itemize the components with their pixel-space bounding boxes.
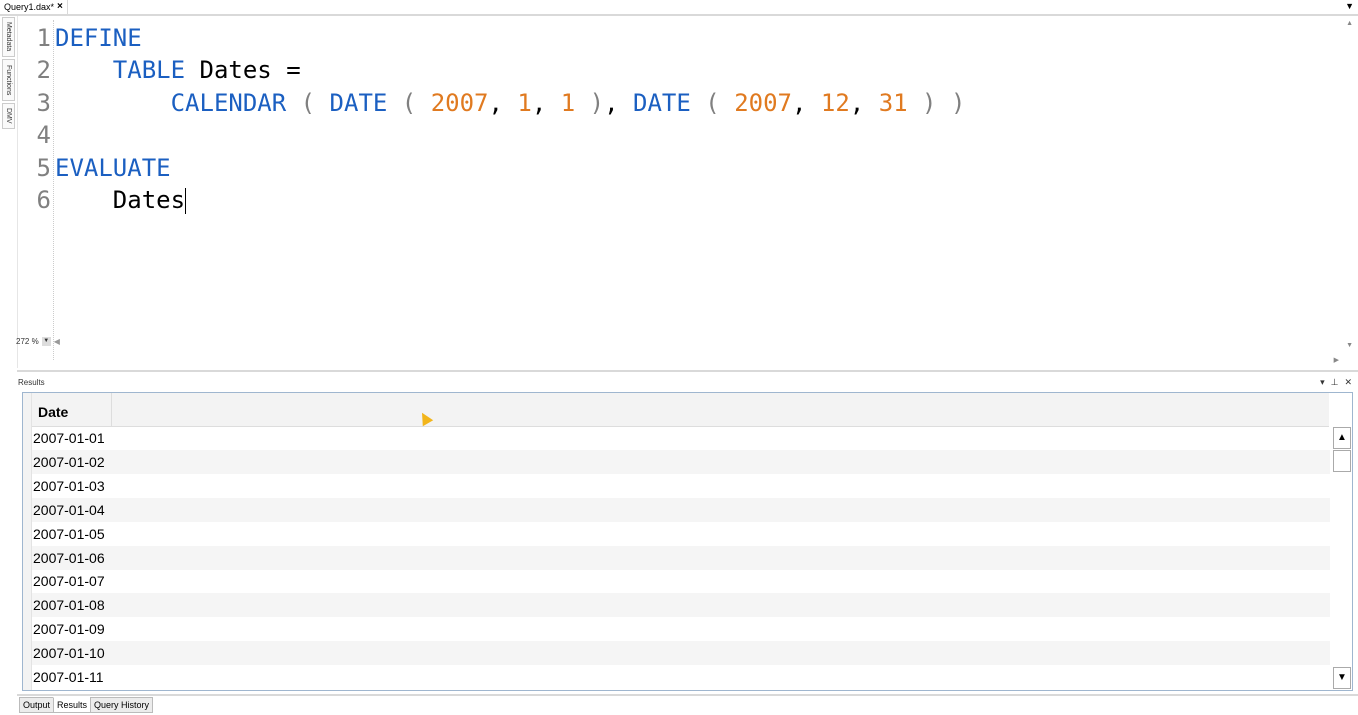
bottom-tabs: Output Results Query History [19,697,154,713]
code-token: , [849,88,879,117]
column-header-date[interactable]: Date [32,393,112,426]
line-number: 3 [36,88,51,117]
tab-query-history[interactable]: Query History [90,697,154,713]
text-caret [185,188,187,214]
code-token: CALENDAR [170,88,287,117]
code-token: Dates [55,186,186,214]
code-line[interactable]: 6 Dates [18,184,187,216]
line-number: 2 [36,56,51,85]
zoom-control[interactable]: 272 % ▼ ◀ [16,337,60,346]
vertical-scrollbar[interactable]: ▲ ▼ [1333,427,1351,689]
code-token: DATE [633,88,691,117]
side-tab-metadata[interactable]: Metadata [2,17,15,57]
code-token: 2007 [734,88,792,117]
code-token: ) [575,88,605,117]
code-token: DEFINE [55,24,142,52]
code-line[interactable]: 3 CALENDAR ( DATE ( 2007, 1, 1 ), DATE (… [18,87,966,119]
row-header-column [23,393,32,690]
scroll-right-icon[interactable]: ▶ [1334,356,1339,364]
table-row[interactable]: 2007-01-02 [32,449,1330,474]
code-token: 1 [517,88,532,117]
table-row[interactable]: 2007-01-06 [32,545,1330,570]
table-row[interactable]: 2007-01-03 [32,474,1330,498]
bottom-divider [17,694,1358,696]
tab-query1[interactable]: Query1.dax* × [0,0,68,14]
code-token: EVALUATE [55,153,171,182]
code-token: 2007 [430,88,489,117]
zoom-level: 272 % [16,337,39,346]
code-line[interactable]: 5 EVALUATE [18,152,171,184]
line-number: 1 [36,24,51,52]
results-panel-title: Results [18,378,45,387]
tab-output[interactable]: Output [19,697,55,713]
code-token: 12 [820,88,850,117]
grid-header [23,393,1329,427]
code-line[interactable]: 1 DEFINE [18,22,142,54]
code-line[interactable]: 2 TABLE Dates = [18,54,301,86]
code-token: 31 [878,88,908,117]
table-row[interactable]: 2007-01-05 [32,522,1330,546]
table-row[interactable]: 2007-01-08 [32,593,1330,618]
scroll-left-icon[interactable]: ◀ [54,337,60,346]
scroll-up-icon[interactable]: ▲ [1346,20,1353,27]
scroll-down-icon[interactable]: ▼ [1346,342,1353,349]
splitter[interactable] [17,370,1358,372]
table-row[interactable]: 2007-01-11 [32,665,1330,689]
code-token: TABLE [112,56,186,85]
code-token: ( [690,88,735,117]
tab-results[interactable]: Results [53,697,92,713]
side-tab-dmv[interactable]: DMV [2,103,15,129]
line-number: 5 [36,153,51,182]
code-token: , [488,88,518,117]
code-token: DATE [329,88,388,117]
close-icon[interactable]: ✕ [1344,377,1352,388]
table-row[interactable]: 2007-01-04 [32,497,1330,522]
results-grid: Date 2007-01-01 2007-01-02 2007-01-03 2007-… [22,392,1353,691]
panel-controls: ▾ ⊥ ✕ [1320,377,1352,388]
line-number: 6 [36,186,51,214]
code-token: , [531,88,561,117]
code-line[interactable]: 4 [18,119,55,151]
chevron-down-icon[interactable]: ▼ [41,337,51,346]
scroll-thumb[interactable] [1333,450,1351,472]
line-number: 4 [36,121,51,150]
query-editor[interactable]: ▲ ▼ ▶ 1 DEFINE 2 TABLE Dates = 3 CALENDAR (… [17,16,1358,368]
close-icon[interactable]: × [57,0,63,14]
table-row[interactable]: 2007-01-07 [32,569,1330,593]
code-token: 1 [560,88,576,117]
code-token: Dates = [185,56,301,85]
side-tab-functions[interactable]: Functions [2,59,15,101]
tab-overflow-icon[interactable]: ▼ [1345,1,1354,11]
table-row[interactable]: 2007-01-10 [32,641,1330,666]
code-token: , [604,88,634,117]
dropdown-icon[interactable]: ▾ [1320,377,1325,388]
code-token: ( [387,88,431,117]
code-token: ) ) [907,88,966,117]
scroll-up-button[interactable]: ▲ [1333,427,1351,449]
code-token: ( [286,88,330,117]
code-token: , [791,88,821,117]
document-tab-bar: Query1.dax* × ▼ [0,0,1358,16]
pin-icon[interactable]: ⊥ [1331,377,1339,388]
table-row[interactable]: 2007-01-09 [32,617,1330,641]
tab-label: Query1.dax* [4,2,55,12]
table-row[interactable]: 2007-01-01 [32,426,1330,450]
scroll-down-button[interactable]: ▼ [1333,667,1351,689]
